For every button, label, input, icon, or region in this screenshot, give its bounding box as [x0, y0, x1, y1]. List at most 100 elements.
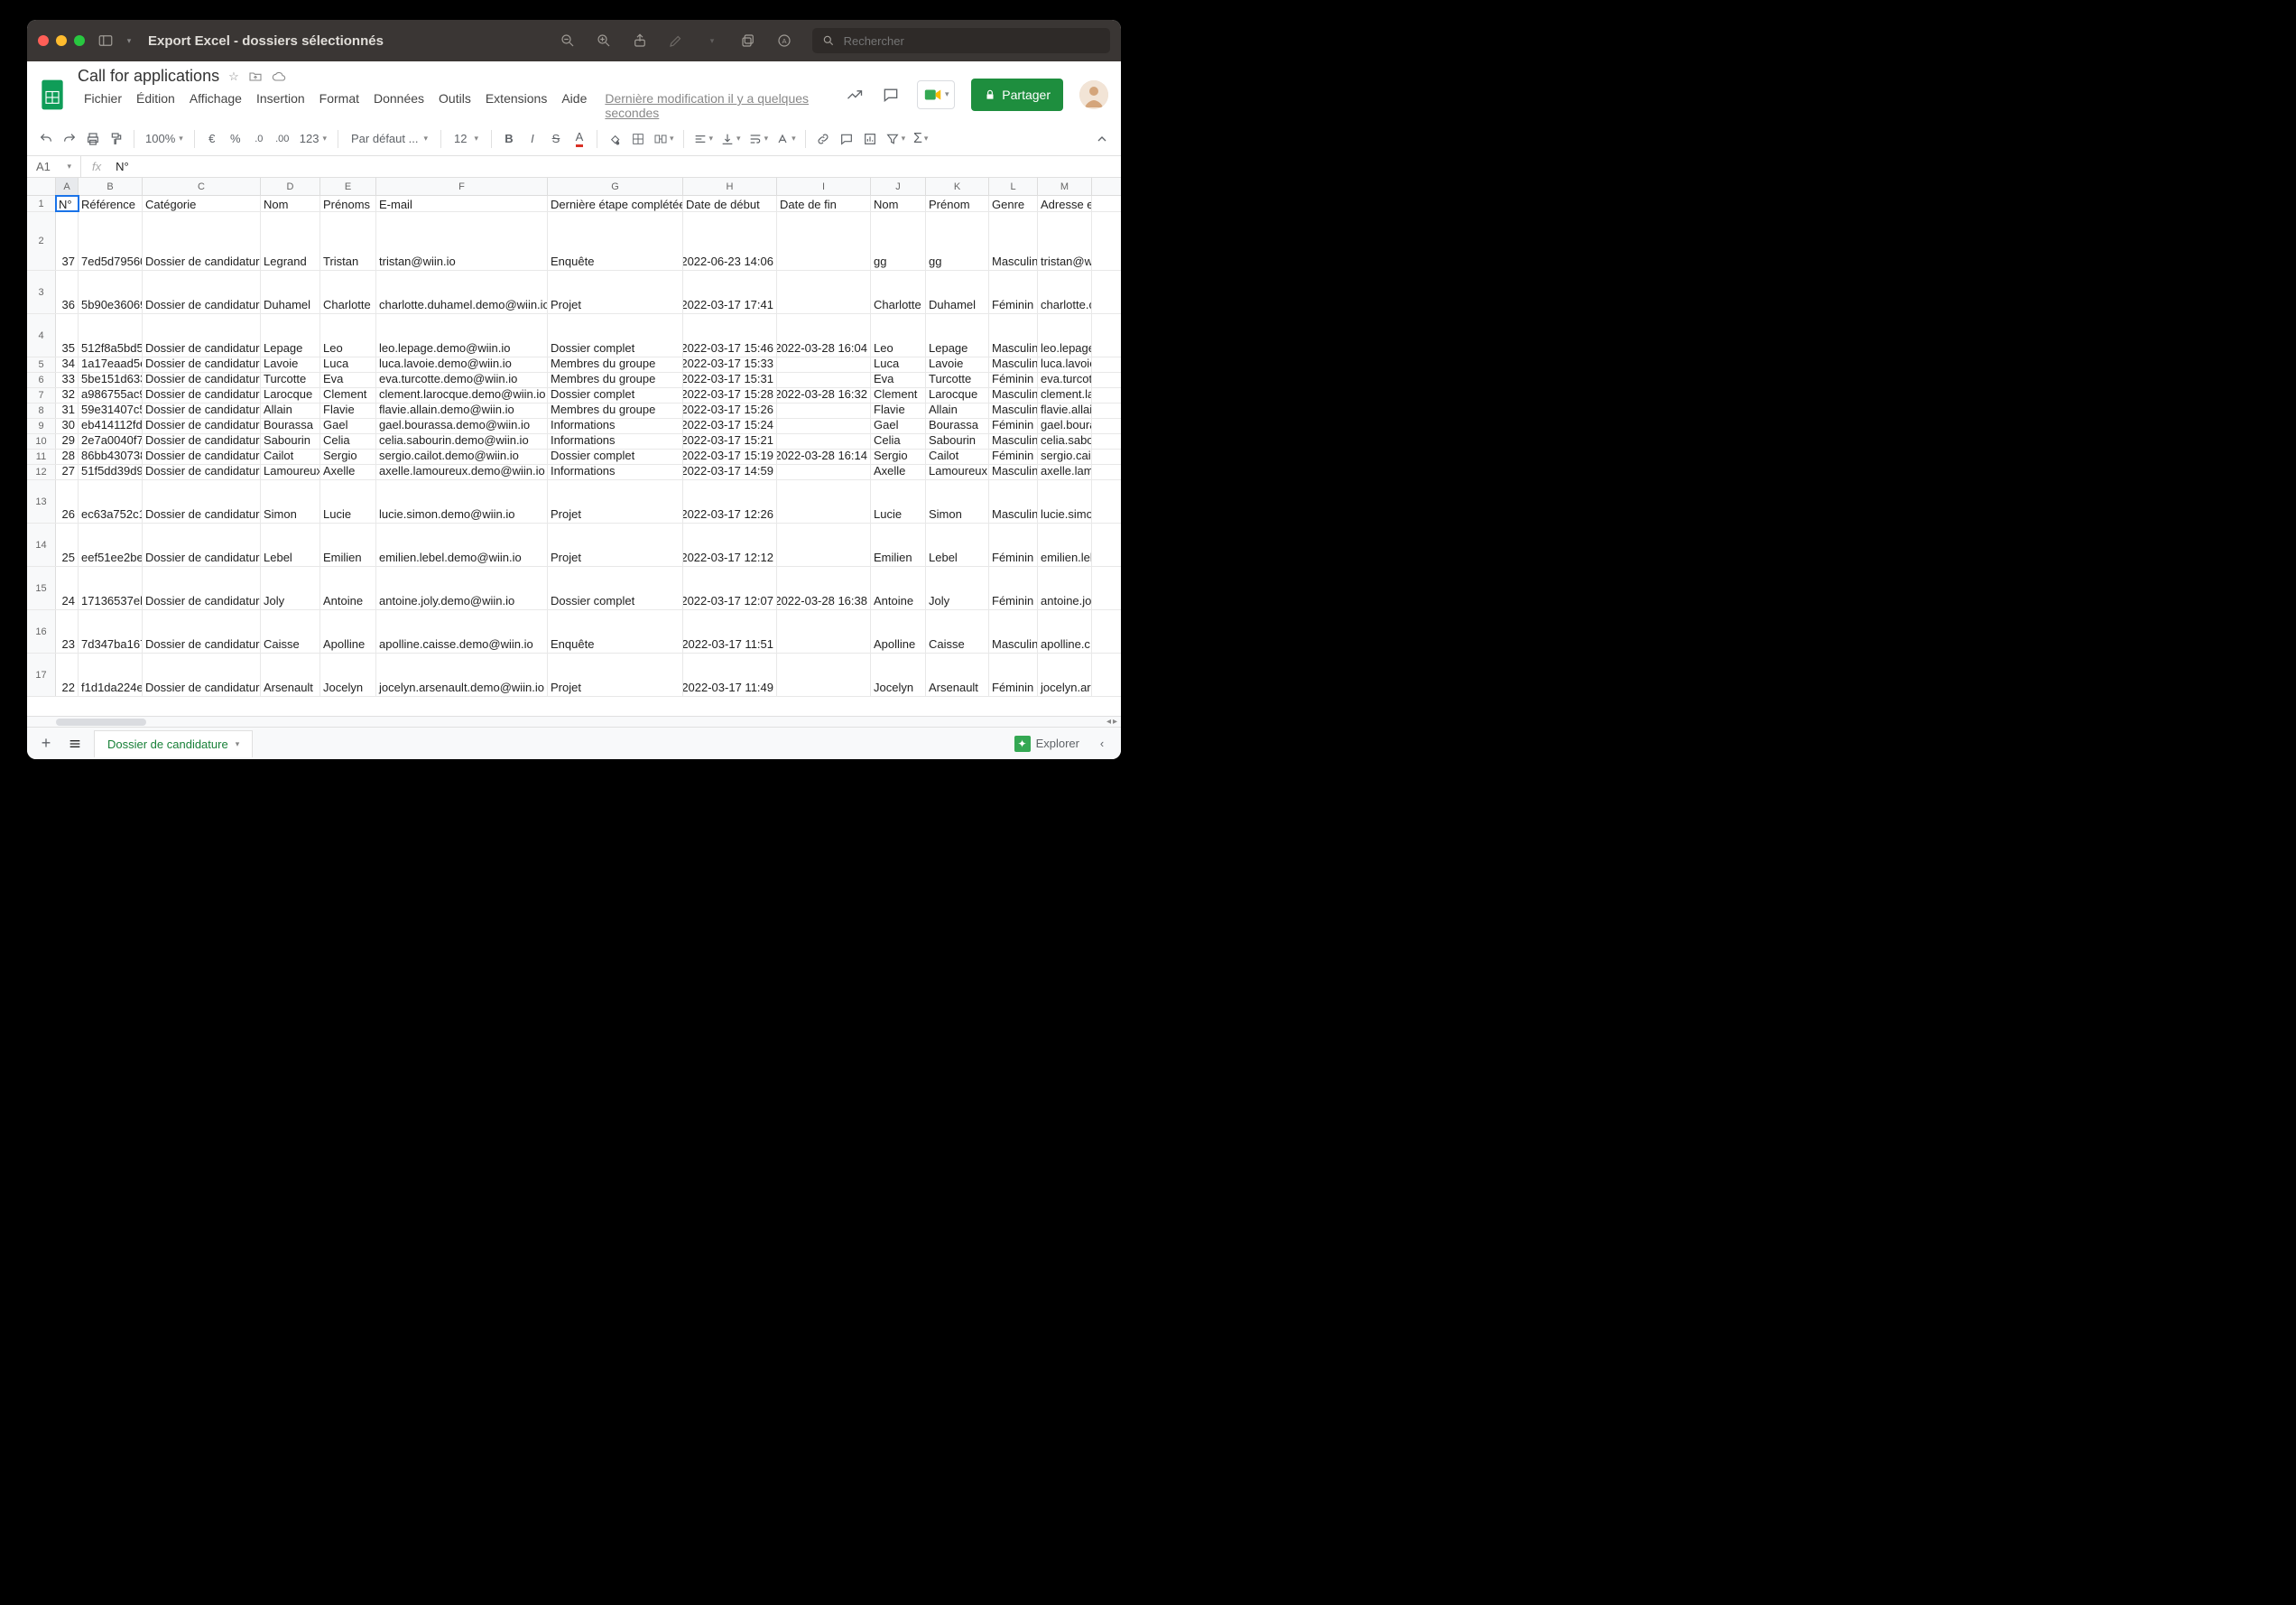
column-header[interactable]: L: [989, 178, 1038, 195]
spreadsheet-grid[interactable]: ABCDEFGHIJKLM 1N°RéférenceCatégorieNomPr…: [27, 178, 1121, 716]
cell[interactable]: Dossier complet: [548, 388, 683, 403]
cell[interactable]: Celia: [871, 434, 926, 449]
column-header[interactable]: F: [376, 178, 548, 195]
cell[interactable]: sergio.cail: [1038, 450, 1092, 464]
cell[interactable]: Lamoureux: [261, 465, 320, 479]
cell[interactable]: 5be151d633: [79, 373, 143, 387]
cell[interactable]: axelle.lamoureux.demo@wiin.io: [376, 465, 548, 479]
cell[interactable]: eb414112fd: [79, 419, 143, 433]
column-header[interactable]: K: [926, 178, 989, 195]
cell[interactable]: jocelyn.ars: [1038, 654, 1092, 696]
row-header[interactable]: 9: [27, 419, 56, 433]
cell[interactable]: 26: [56, 480, 79, 523]
cell[interactable]: Sergio: [320, 450, 376, 464]
cell[interactable]: 34: [56, 357, 79, 372]
cell[interactable]: f1d1da224e: [79, 654, 143, 696]
formula-input[interactable]: N°: [112, 160, 1121, 173]
cell[interactable]: 86bb430738: [79, 450, 143, 464]
cell[interactable]: Gael: [320, 419, 376, 433]
cell[interactable]: Apolline: [871, 610, 926, 653]
cell[interactable]: 2022-03-17 15:19: [683, 450, 777, 464]
cell[interactable]: Turcotte: [926, 373, 989, 387]
cell[interactable]: Dossier de candidature: [143, 388, 261, 403]
chevron-down-icon[interactable]: ▾: [121, 32, 137, 49]
cell[interactable]: 59e31407c5: [79, 404, 143, 418]
cell[interactable]: 32: [56, 388, 79, 403]
cell[interactable]: charlotte.c: [1038, 271, 1092, 313]
cell[interactable]: Joly: [261, 567, 320, 609]
cell[interactable]: Larocque: [926, 388, 989, 403]
cell[interactable]: 2022-03-17 12:12: [683, 524, 777, 566]
cell[interactable]: Dossier complet: [548, 314, 683, 357]
print-button[interactable]: [83, 127, 103, 151]
cell[interactable]: Flavie: [320, 404, 376, 418]
cell[interactable]: Lepage: [926, 314, 989, 357]
cell[interactable]: 2022-03-28 16:32: [777, 388, 871, 403]
cell[interactable]: Dossier de candidature: [143, 404, 261, 418]
cell[interactable]: [777, 271, 871, 313]
cell[interactable]: [777, 524, 871, 566]
menu-fichier[interactable]: Fichier: [78, 89, 128, 122]
share-icon[interactable]: [632, 32, 648, 49]
cell[interactable]: Féminin: [989, 654, 1038, 696]
move-folder-icon[interactable]: [248, 70, 263, 84]
cell[interactable]: charlotte.duhamel.demo@wiin.io: [376, 271, 548, 313]
cell[interactable]: Lebel: [926, 524, 989, 566]
cell[interactable]: 36: [56, 271, 79, 313]
cell[interactable]: Simon: [261, 480, 320, 523]
cell[interactable]: Féminin: [989, 524, 1038, 566]
cell[interactable]: Prénoms: [320, 196, 376, 211]
cell[interactable]: gg: [926, 212, 989, 270]
edit-icon[interactable]: [668, 32, 684, 49]
zoom-select[interactable]: 100%▾: [142, 132, 187, 145]
cell[interactable]: clement.la: [1038, 388, 1092, 403]
cell[interactable]: 2e7a0040f7: [79, 434, 143, 449]
cell[interactable]: Leo: [871, 314, 926, 357]
cell[interactable]: Projet: [548, 271, 683, 313]
column-header[interactable]: B: [79, 178, 143, 195]
share-button[interactable]: Partager: [971, 79, 1063, 111]
cell[interactable]: gael.boura: [1038, 419, 1092, 433]
cell[interactable]: Projet: [548, 654, 683, 696]
cloud-status-icon[interactable]: [272, 70, 286, 84]
cell[interactable]: [777, 480, 871, 523]
cell[interactable]: 2022-03-17 15:46: [683, 314, 777, 357]
cell[interactable]: 2022-03-17 12:07: [683, 567, 777, 609]
menu-extensions[interactable]: Extensions: [479, 89, 553, 122]
cell[interactable]: Emilien: [320, 524, 376, 566]
cell[interactable]: 33: [56, 373, 79, 387]
cell[interactable]: Duhamel: [926, 271, 989, 313]
cell[interactable]: Axelle: [320, 465, 376, 479]
decrease-decimal-button[interactable]: .0: [249, 127, 269, 151]
tabs-icon[interactable]: [740, 32, 756, 49]
cell[interactable]: Féminin: [989, 271, 1038, 313]
cell[interactable]: Celia: [320, 434, 376, 449]
cell[interactable]: Sergio: [871, 450, 926, 464]
column-header[interactable]: D: [261, 178, 320, 195]
cell[interactable]: Prénom: [926, 196, 989, 211]
cell[interactable]: Projet: [548, 524, 683, 566]
cell[interactable]: eva.turcotte.demo@wiin.io: [376, 373, 548, 387]
menu-outils[interactable]: Outils: [432, 89, 477, 122]
cell[interactable]: Projet: [548, 480, 683, 523]
cell[interactable]: 24: [56, 567, 79, 609]
row-header[interactable]: 3: [27, 271, 56, 313]
cell[interactable]: tristan@w: [1038, 212, 1092, 270]
reader-icon[interactable]: A: [776, 32, 792, 49]
fill-color-button[interactable]: [605, 127, 625, 151]
row-header[interactable]: 10: [27, 434, 56, 449]
cell[interactable]: Membres du groupe: [548, 357, 683, 372]
cell[interactable]: 512f8a5bd5: [79, 314, 143, 357]
cell[interactable]: 2022-03-17 15:26: [683, 404, 777, 418]
cell[interactable]: Dossier de candidature: [143, 610, 261, 653]
insert-link-button[interactable]: [813, 127, 833, 151]
cell[interactable]: [777, 357, 871, 372]
cell[interactable]: Dossier de candidature: [143, 524, 261, 566]
cell[interactable]: 51f5dd39d9: [79, 465, 143, 479]
column-header[interactable]: A: [56, 178, 79, 195]
cell[interactable]: gg: [871, 212, 926, 270]
text-rotation-button[interactable]: ▾: [773, 127, 798, 151]
filter-button[interactable]: ▾: [884, 127, 908, 151]
select-all-corner[interactable]: [27, 178, 56, 195]
cell[interactable]: Clement: [320, 388, 376, 403]
